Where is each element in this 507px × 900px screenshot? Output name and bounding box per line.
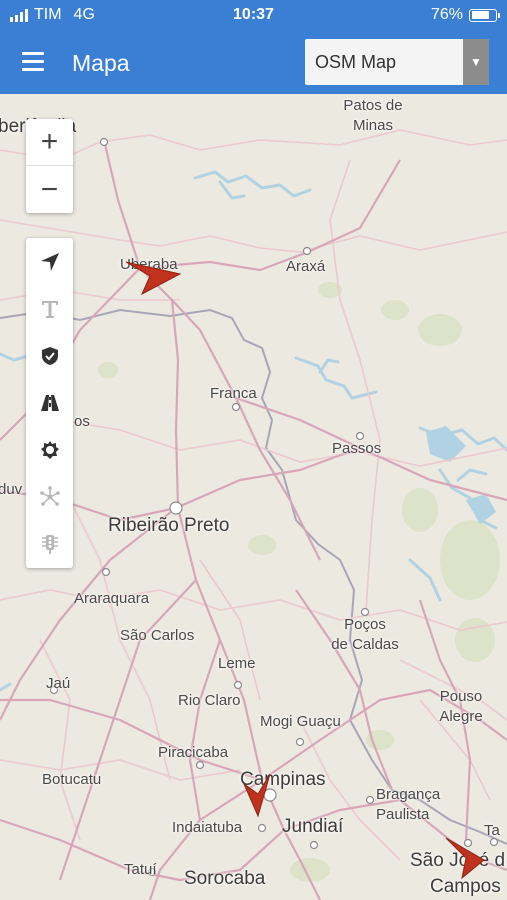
app-header: TIM 4G 10:37 76% Mapa OSM Map ▼ xyxy=(0,0,507,94)
traffic-light-icon xyxy=(41,534,58,554)
status-bar: TIM 4G 10:37 76% xyxy=(0,0,507,30)
page-title: Mapa xyxy=(72,50,130,76)
hamburger-icon[interactable] xyxy=(22,52,44,72)
battery-percent: 76% xyxy=(430,6,463,23)
settings-button[interactable] xyxy=(26,426,73,473)
place-label: Mogi Guaçu xyxy=(260,713,341,730)
vehicle-marker[interactable] xyxy=(444,834,488,880)
place-label: Jundiaí xyxy=(282,816,344,837)
place-label: Rio Claro xyxy=(178,692,241,709)
place-label: Alegre xyxy=(439,708,483,725)
map-view[interactable]: berlândia Patos de Minas Uberaba Araxá F… xyxy=(0,94,507,900)
place-label: Jaú xyxy=(46,675,71,692)
vehicle-marker[interactable] xyxy=(124,258,182,298)
text-tool-button[interactable] xyxy=(26,285,73,332)
road-button[interactable] xyxy=(26,379,73,426)
text-icon xyxy=(41,300,58,318)
map-tools xyxy=(26,238,73,568)
place-label: Indaiatuba xyxy=(172,819,243,836)
traffic-button[interactable] xyxy=(26,520,73,567)
place-label: Paulista xyxy=(376,806,430,823)
place-label: Ribeirão Preto xyxy=(108,515,230,536)
shield-icon xyxy=(41,346,58,365)
chevron-down-icon: ▼ xyxy=(463,39,489,85)
battery-icon xyxy=(469,8,500,22)
zoom-out-button[interactable]: − xyxy=(26,166,73,213)
place-label: Bragança xyxy=(376,786,441,803)
place-label: Pouso xyxy=(439,688,483,705)
place-label: Leme xyxy=(218,655,256,672)
place-label: Poços xyxy=(344,616,386,633)
place-label: de Caldas xyxy=(331,636,399,653)
place-label: os xyxy=(74,413,90,430)
road-icon xyxy=(40,394,59,411)
zoom-control: + − xyxy=(26,119,73,213)
zoom-in-button[interactable]: + xyxy=(26,119,73,166)
place-label: Franca xyxy=(210,385,257,402)
place-label: São Carlos xyxy=(120,627,195,644)
place-label: Botucatu xyxy=(42,771,102,788)
place-label: Tatuí xyxy=(124,861,157,878)
place-label: Campos xyxy=(430,876,501,897)
place-label: Patos de xyxy=(343,97,403,114)
place-label: Sorocaba xyxy=(184,868,266,889)
gear-icon xyxy=(40,440,59,459)
network-icon xyxy=(39,485,60,506)
place-label: Araraquara xyxy=(74,590,150,607)
locate-icon xyxy=(40,252,59,271)
place-label: Araxá xyxy=(286,258,326,275)
place-label: duv xyxy=(0,481,23,498)
place-label: Minas xyxy=(352,117,393,134)
place-label: Piracicaba xyxy=(158,744,229,761)
vehicle-marker[interactable] xyxy=(240,772,276,818)
place-label: Passos xyxy=(332,440,382,457)
locate-button[interactable] xyxy=(26,238,73,285)
map-layer-value: OSM Map xyxy=(315,51,397,72)
map-layer-select[interactable]: OSM Map ▼ xyxy=(305,39,489,85)
network-button[interactable] xyxy=(26,473,73,520)
geofence-button[interactable] xyxy=(26,332,73,379)
